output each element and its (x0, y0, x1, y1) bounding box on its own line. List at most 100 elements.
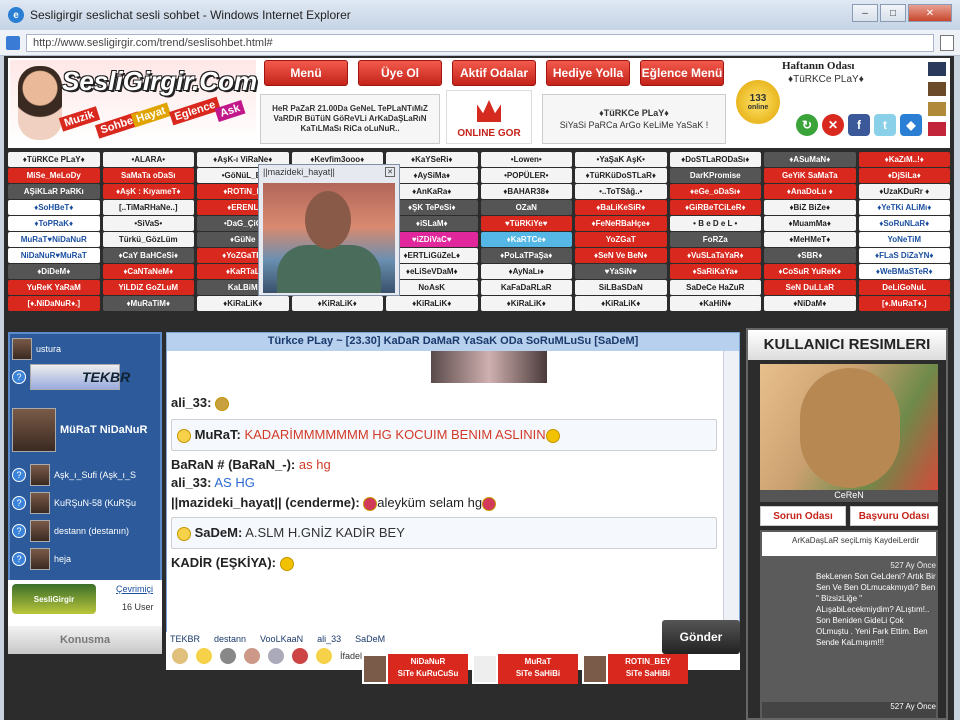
room-button[interactable]: ♥TüRKiYe♥ (480, 216, 572, 231)
room-button[interactable]: ♦ToPRaK♦ (8, 216, 100, 231)
room-button[interactable]: MuRaT♥NiDaNuR (8, 232, 100, 247)
room-button[interactable]: ♥YaSiN♥ (575, 264, 667, 279)
online-link[interactable]: Çevrimiçi (116, 584, 153, 594)
room-button[interactable]: ♦FeNeRBaHçe♦ (575, 216, 667, 231)
user-name[interactable]: KuRŞuN-58 (KuRŞu (54, 498, 136, 508)
gift-icon[interactable] (268, 648, 284, 664)
page-icon[interactable] (940, 34, 954, 51)
chat-scrollbar[interactable] (723, 351, 739, 651)
room-button[interactable]: DeLiGoNuL (858, 280, 950, 295)
twitter-icon[interactable]: t (874, 114, 896, 136)
room-button[interactable]: NiDaNuR♥MuRaT (8, 248, 100, 263)
room-button[interactable]: ♦UzaKDuRr ♦ (858, 184, 950, 199)
room-button[interactable]: ♦AşK : KıyameT♦ (102, 184, 194, 199)
webcam-window[interactable]: ||mazideki_hayat|| ✕ (258, 164, 400, 296)
emoji-menu-icon[interactable] (316, 648, 332, 664)
room-button[interactable]: ♦DoSTLaRODaSı♦ (669, 152, 761, 167)
staff-card[interactable]: ROTIN_BEY SiTe SaHiBi (582, 654, 688, 684)
webcam-close-icon[interactable]: ✕ (385, 167, 395, 177)
room-button[interactable]: [♦.MuRaT♦.] (858, 296, 950, 311)
tab-user[interactable]: destann (214, 634, 246, 644)
room-button[interactable]: YoNeTiM (858, 232, 950, 247)
room-button[interactable]: ♦KiRaLiK♦ (575, 296, 667, 311)
talk-button[interactable]: Konusma (8, 626, 162, 654)
refresh-icon[interactable]: ↻ (796, 114, 818, 136)
staff-card[interactable]: NiDaNuR SiTe KuRuCuSu (362, 654, 468, 684)
avatar[interactable] (30, 464, 50, 486)
chat-username[interactable]: BaRaN # (BaRaN_-): (171, 457, 295, 472)
room-button[interactable]: ♦KaRTCe♦ (480, 232, 572, 247)
room-button[interactable]: ♦WeBMaSTeR♦ (858, 264, 950, 279)
room-button[interactable]: ♦TüRKCe PLaY♦ (8, 152, 100, 167)
share-icon[interactable]: ◆ (900, 114, 922, 136)
film-icon[interactable] (220, 648, 236, 664)
chat-username[interactable]: ali_33: (171, 475, 211, 490)
application-room-button[interactable]: Başvuru Odası (850, 506, 938, 526)
room-button[interactable]: ♦PoLaTPaŞa♦ (480, 248, 572, 263)
user-name[interactable]: MüRaT NiDaNuR (60, 424, 147, 436)
chat-username[interactable]: ali_33: (171, 395, 211, 410)
chat-username[interactable]: SaDeM: (195, 525, 243, 540)
room-button[interactable]: ♦KaHiN♦ (669, 296, 761, 311)
room-button[interactable]: •Lowen• (480, 152, 572, 167)
room-button[interactable]: ♦AyNaLı♦ (480, 264, 572, 279)
chat-username[interactable]: MuRaT: (195, 427, 241, 442)
avatar[interactable] (30, 548, 50, 570)
room-button[interactable]: •POPÜLER• (480, 168, 572, 183)
active-rooms-button[interactable]: Aktif Odalar (452, 60, 536, 86)
status-banner[interactable]: SesliGirgir (12, 584, 96, 614)
user-name[interactable]: Aşk_ı_Sufi (Aşk_ı_S (54, 470, 136, 480)
room-button[interactable]: OZaN (480, 200, 572, 215)
room-button[interactable]: ♦CoSuR YuReK♦ (764, 264, 856, 279)
tab-user[interactable]: ali_33 (317, 634, 341, 644)
site-logo[interactable]: SesliGirgir.Com Muzik Sohbet Hayat Eglen… (10, 60, 257, 144)
smiley-icon[interactable] (196, 648, 212, 664)
url-field[interactable]: http://www.sesligirgir.com/trend/sesliso… (26, 33, 934, 52)
room-button[interactable]: [♦.NiDaNuR♦.] (8, 296, 100, 311)
room-button[interactable]: ♦KaZıM..!♦ (858, 152, 950, 167)
news-item[interactable]: ArKaDaşLaR seçiLmiş KaydeiLerdir (762, 532, 936, 556)
tab-user[interactable]: VooLKaaN (260, 634, 303, 644)
room-button[interactable]: •ALARA• (102, 152, 194, 167)
room-button[interactable]: ♦DiDeM♦ (8, 264, 100, 279)
room-button[interactable]: SaDeCe HaZuR (669, 280, 761, 295)
minimize-button[interactable]: – (852, 4, 878, 22)
room-button[interactable]: ♦ASuMaN♦ (764, 152, 856, 167)
room-button[interactable]: ♦FLaS DiZaYN♦ (858, 248, 950, 263)
room-button[interactable]: MiSe_MeLoDy (8, 168, 100, 183)
room-button[interactable]: Türkü_GözLüm (102, 232, 194, 247)
send-gift-button[interactable]: Hediye Yolla (546, 60, 630, 86)
room-button[interactable]: ♦GiRBeTCiLeR♦ (669, 200, 761, 215)
room-button[interactable]: ♦KiRaLiK♦ (480, 296, 572, 311)
register-button[interactable]: Üye Ol (358, 60, 442, 86)
online-see-button[interactable]: ONLINE GOR (446, 90, 532, 144)
room-button[interactable]: SaMaTa oDaSı (102, 168, 194, 183)
featured-photo[interactable] (760, 364, 938, 490)
camera-icon[interactable] (244, 648, 260, 664)
room-button[interactable]: ♦KiRaLiK♦ (386, 296, 478, 311)
close-button[interactable]: ✕ (908, 4, 952, 22)
room-button[interactable]: DarKPromise (669, 168, 761, 183)
room-button[interactable]: ♦eGe_oDaSı♦ (669, 184, 761, 199)
tab-user[interactable]: SaDeM (355, 634, 385, 644)
room-button[interactable]: FoRZa (669, 232, 761, 247)
room-button[interactable]: • B e D e L • (669, 216, 761, 231)
room-button[interactable]: [..TiMaRHaNe..] (102, 200, 194, 215)
theme-swatch[interactable] (928, 122, 946, 136)
room-button[interactable]: SiLBaSDaN (575, 280, 667, 295)
room-button[interactable]: ♦BaLiKeSiR♦ (575, 200, 667, 215)
user-name[interactable]: destann (destanın) (54, 526, 129, 536)
room-button[interactable]: ♦CaY BaHCeSi♦ (102, 248, 194, 263)
avatar[interactable] (30, 520, 50, 542)
tab-user[interactable]: TEKBR (170, 634, 200, 644)
room-button[interactable]: ♦KiRaLiK♦ (197, 296, 289, 311)
room-button[interactable]: •..ToTSâğ..• (575, 184, 667, 199)
menu-button[interactable]: Menü (264, 60, 348, 86)
room-button[interactable]: ♦SoHBeT♦ (8, 200, 100, 215)
room-button[interactable]: ♦VuSLaTaYaR♦ (669, 248, 761, 263)
room-button[interactable]: YoZGaT (575, 232, 667, 247)
room-button[interactable]: ♦NiDaM♦ (764, 296, 856, 311)
facebook-icon[interactable]: f (848, 114, 870, 136)
room-button[interactable]: ♦SeN Ve BeN♦ (575, 248, 667, 263)
avatar[interactable] (12, 338, 32, 360)
